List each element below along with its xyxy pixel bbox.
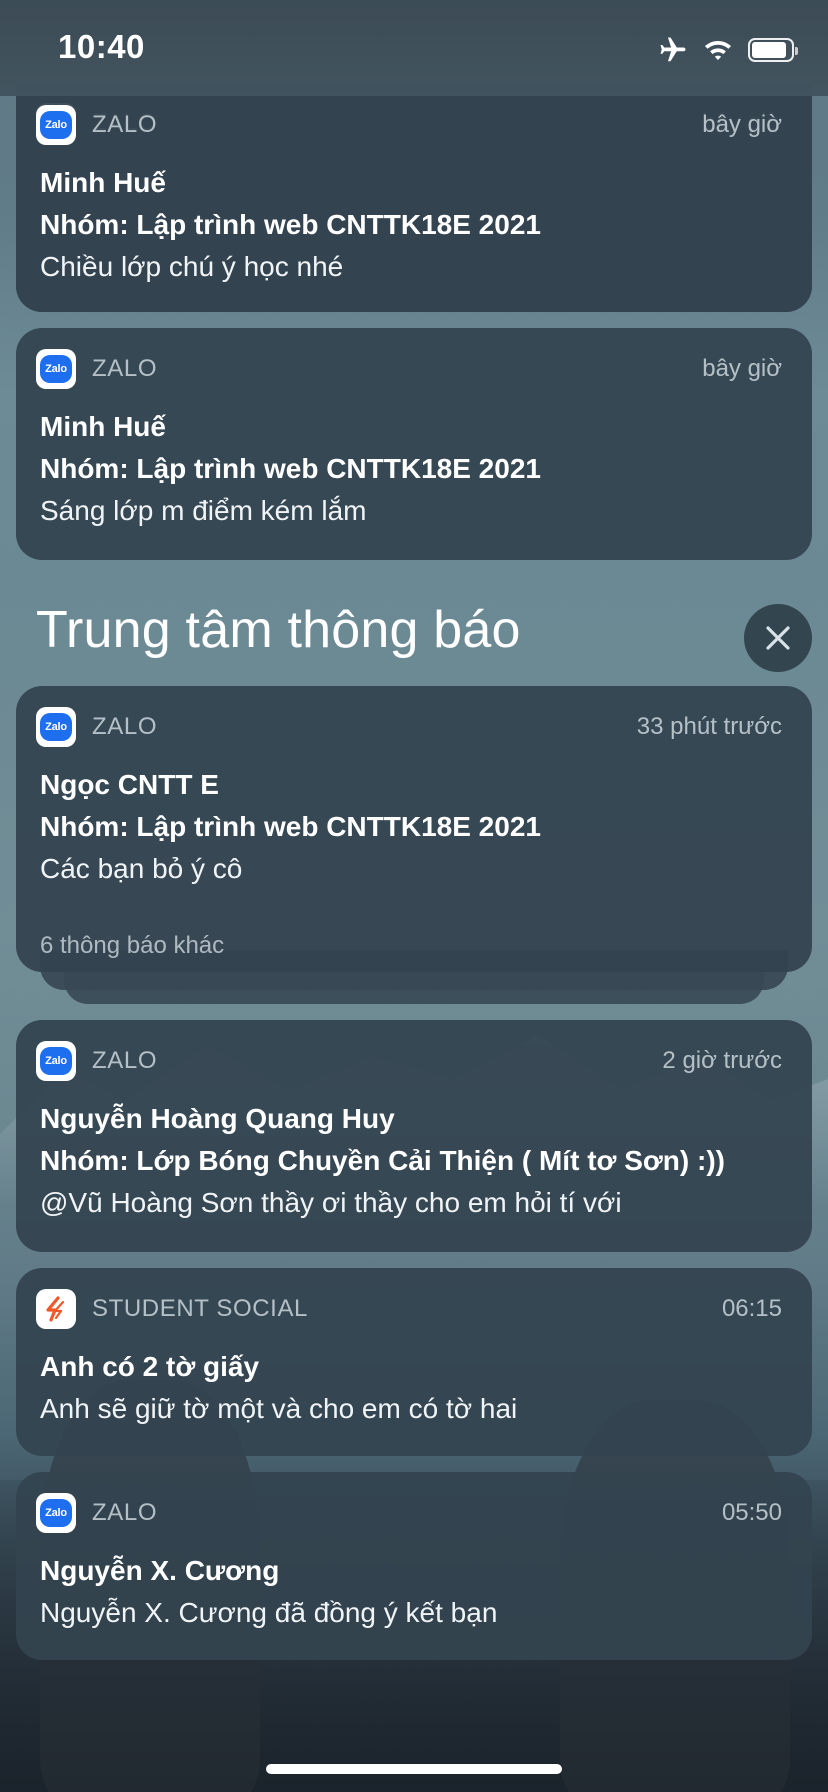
app-name: ZALO	[92, 111, 158, 138]
notification-time: bây giờ	[702, 111, 782, 138]
close-icon	[766, 626, 790, 650]
notification-message: Nguyễn X. Cương đã đồng ý kết bạn	[40, 1597, 498, 1628]
app-name: ZALO	[92, 1047, 158, 1074]
zalo-icon: Zalo	[36, 349, 76, 389]
notification-time: 06:15	[721, 1295, 782, 1322]
zalo-icon: Zalo	[36, 1041, 76, 1081]
notification-message: Chiều lớp chú ý học nhé	[40, 251, 344, 282]
notification-title: Nguyễn Hoàng Quang Huy	[40, 1103, 395, 1134]
notification-card[interactable]: Zalo ZALO 05:50 Nguyễn X. Cương Nguyễn X…	[16, 1472, 812, 1660]
notification-time: 33 phút trước	[636, 713, 782, 740]
notification-time: bây giờ	[702, 355, 782, 382]
notification-header: Zalo ZALO bây giờ	[36, 104, 782, 146]
wifi-icon	[705, 41, 731, 60]
student-social-icon	[36, 1289, 76, 1329]
zalo-icon: Zalo	[36, 707, 76, 747]
notification-header: Zalo ZALO bây giờ	[36, 348, 782, 390]
notification-time: 2 giờ trước	[662, 1047, 782, 1074]
notification-subtitle: Nhóm: Lập trình web CNTTK18E 2021	[40, 453, 541, 484]
notification-header: Zalo ZALO 33 phút trước	[36, 706, 782, 748]
notification-title: Minh Huế	[40, 167, 166, 198]
notification-time: 05:50	[721, 1499, 782, 1526]
more-notifications-label: 6 thông báo khác	[40, 932, 225, 959]
zalo-icon-label: Zalo	[40, 355, 72, 383]
notification-message: @Vũ Hoàng Sơn thầy ơi thầy cho em hỏi tí…	[40, 1187, 622, 1218]
notification-body: Ngọc CNTT E Nhóm: Lập trình web CNTTK18E…	[40, 764, 788, 890]
battery-tip	[795, 47, 798, 55]
notification-title: Nguyễn X. Cương	[40, 1555, 280, 1586]
notification-message: Anh sẽ giữ tờ một và cho em có tờ hai	[40, 1393, 518, 1424]
notification-group-card[interactable]: Zalo ZALO 33 phút trước Ngọc CNTT E Nhóm…	[16, 686, 812, 972]
app-name: ZALO	[92, 355, 158, 382]
notification-title: Ngọc CNTT E	[40, 769, 219, 800]
notification-card[interactable]: STUDENT SOCIAL 06:15 Anh có 2 tờ giấy An…	[16, 1268, 812, 1456]
notification-card[interactable]: Zalo ZALO bây giờ Minh Huế Nhóm: Lập trì…	[16, 328, 812, 560]
notification-title: Minh Huế	[40, 411, 166, 442]
status-time: 10:40	[58, 28, 145, 65]
zalo-icon: Zalo	[36, 1493, 76, 1533]
zalo-icon: Zalo	[36, 105, 76, 145]
clear-notifications-button[interactable]	[744, 604, 812, 672]
app-name: ZALO	[92, 713, 158, 740]
notification-center-title: Trung tâm thông báo	[36, 601, 521, 659]
notification-card[interactable]: Zalo ZALO 2 giờ trước Nguyễn Hoàng Quang…	[16, 1020, 812, 1252]
battery-icon	[748, 38, 798, 62]
notification-title: Anh có 2 tờ giấy	[40, 1351, 260, 1382]
notification-card-visible[interactable]: Zalo ZALO bây giờ Minh Huế Nhóm: Lập trì…	[16, 96, 812, 312]
notification-header: STUDENT SOCIAL 06:15	[36, 1288, 782, 1330]
airplane-icon	[660, 37, 686, 62]
zalo-icon-label: Zalo	[40, 1047, 72, 1075]
notification-header: Zalo ZALO 05:50	[36, 1492, 782, 1534]
zalo-icon-label: Zalo	[40, 1499, 72, 1527]
notification-subtitle: Nhóm: Lập trình web CNTTK18E 2021	[40, 811, 541, 842]
battery-level	[752, 42, 787, 58]
notification-subtitle: Nhóm: Lớp Bóng Chuyền Cải Thiện ( Mít tơ…	[40, 1145, 725, 1176]
app-name: ZALO	[92, 1499, 158, 1526]
notification-header: Zalo ZALO 2 giờ trước	[36, 1040, 782, 1082]
notification-message: Các bạn bỏ ý cô	[40, 853, 243, 884]
zalo-icon-label: Zalo	[40, 713, 72, 741]
app-name: STUDENT SOCIAL	[92, 1295, 308, 1322]
notification-body: Minh Huế Nhóm: Lập trình web CNTTK18E 20…	[40, 406, 788, 532]
notification-body: Nguyễn Hoàng Quang Huy Nhóm: Lớp Bóng Ch…	[40, 1098, 788, 1224]
notification-message: Sáng lớp m điểm kém lắm	[40, 495, 367, 526]
student-social-logo	[46, 1296, 65, 1322]
home-indicator[interactable]	[266, 1764, 562, 1774]
notification-subtitle: Nhóm: Lập trình web CNTTK18E 2021	[40, 209, 541, 240]
notification-body: Minh Huế Nhóm: Lập trình web CNTTK18E 20…	[40, 162, 788, 288]
zalo-icon-label: Zalo	[40, 111, 72, 139]
status-icons	[658, 34, 798, 66]
notification-body: Anh có 2 tờ giấy Anh sẽ giữ tờ một và ch…	[40, 1346, 788, 1430]
notification-body: Nguyễn X. Cương Nguyễn X. Cương đã đồng …	[40, 1550, 788, 1634]
